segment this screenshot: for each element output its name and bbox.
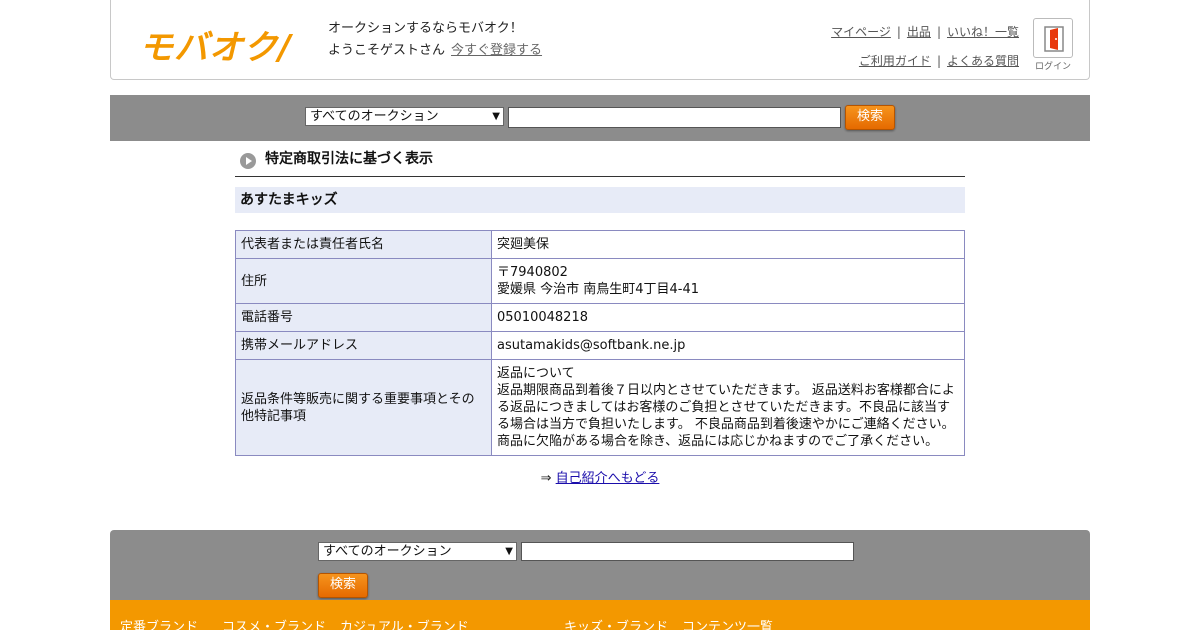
door-icon: [1033, 18, 1073, 58]
greeting-text: オークションするならモバオク！: [328, 21, 523, 36]
welcome-text: ようこそゲストさん: [328, 43, 446, 58]
footer-link-casual[interactable]: カジュアル・ブランド: [340, 616, 469, 630]
row-value: 〒7940802 愛媛県 今治市 南鳥生町4丁目4-41: [491, 258, 965, 304]
likes-link[interactable]: いいね！一覧: [947, 25, 1019, 39]
back-to-profile-link[interactable]: 自己紹介へもどる: [556, 471, 660, 486]
search-input[interactable]: [508, 107, 841, 128]
greeting-block: オークションするならモバオク！ ようこそゲストさん 今すぐ登録する: [328, 18, 542, 62]
search-button[interactable]: 検索: [845, 105, 895, 130]
row-value: 突廻美保: [491, 230, 965, 259]
guide-link[interactable]: ご利用ガイド: [859, 54, 931, 68]
info-table: 代表者または責任者氏名 突廻美保 住所 〒7940802 愛媛県 今治市 南鳥生…: [235, 230, 965, 456]
category-select-value: すべてのオークション: [310, 109, 439, 124]
row-key: 代表者または責任者氏名: [235, 230, 492, 259]
row-value: 返品について 返品期限商品到着後７日以内とさせていただきます。 返品送料お客様都…: [491, 359, 965, 456]
return-note: 商品に欠陥がある場合を除き、返品には応じかねますのでご了承ください。: [497, 434, 939, 449]
search-button-bottom[interactable]: 検索: [318, 573, 368, 598]
row-key: 電話番号: [235, 303, 492, 332]
footer-link-brands[interactable]: 定番ブランド: [120, 616, 198, 630]
welcome-line: ようこそゲストさん 今すぐ登録する: [328, 40, 542, 62]
category-select-value: すべてのオークション: [323, 544, 452, 559]
category-select-bottom[interactable]: すべてのオークション ▼: [318, 542, 517, 561]
mypage-link[interactable]: マイページ: [831, 25, 891, 39]
arrow-circle-icon: [240, 153, 256, 169]
row-value: asutamakids@softbank.ne.jp: [491, 331, 965, 360]
postal-code: 〒7940802: [497, 265, 568, 280]
dropdown-arrow-icon: ▼: [492, 111, 500, 122]
section-title-text: 特定商取引法に基づく表示: [265, 151, 433, 167]
return-policy: 返品期限商品到着後７日以内とさせていただきます。 返品送料お客様都合による返品に…: [497, 383, 955, 432]
back-link-row: ⇒ 自己紹介へもどる: [235, 467, 965, 486]
site-header: モバオク/ オークションするならモバオク！ ようこそゲストさん 今すぐ登録する マ…: [110, 0, 1090, 80]
search-bar-bottom: すべてのオークション ▼ 検索: [110, 530, 1090, 600]
site-logo[interactable]: モバオク/: [139, 20, 292, 69]
listing-link[interactable]: 出品: [907, 25, 931, 39]
faq-link[interactable]: よくある質問: [947, 54, 1019, 68]
arrow-icon: ⇒: [540, 471, 552, 486]
footer-link-contents[interactable]: コンテンツ一覧: [682, 616, 773, 630]
footer-nav: 定番ブランド コスメ・ブランド カジュアル・ブランド キッズ・ブランド コンテン…: [110, 600, 1090, 630]
category-select[interactable]: すべてのオークション ▼: [305, 107, 504, 126]
header-nav-row1: マイページ | 出品 | いいね！一覧: [831, 25, 1019, 39]
login-label: ログイン: [1034, 62, 1071, 72]
header-nav-row2: ご利用ガイド | よくある質問: [858, 54, 1019, 68]
return-heading: 返品について: [497, 366, 575, 381]
table-row: 返品条件等販売に関する重要事項とその他特記事項 返品について 返品期限商品到着後…: [235, 359, 965, 456]
row-key: 住所: [235, 258, 492, 304]
footer-link-cosme[interactable]: コスメ・ブランド: [222, 616, 326, 630]
table-row: 電話番号 05010048218: [235, 303, 965, 332]
main-content: 特定商取引法に基づく表示 あすたまキッズ 代表者または責任者氏名 突廻美保 住所…: [235, 145, 965, 486]
address-line: 愛媛県 今治市 南鳥生町4丁目4-41: [497, 282, 700, 297]
table-row: 代表者または責任者氏名 突廻美保: [235, 230, 965, 259]
register-link[interactable]: 今すぐ登録する: [451, 43, 542, 58]
row-key: 返品条件等販売に関する重要事項とその他特記事項: [235, 359, 492, 456]
header-nav: マイページ | 出品 | いいね！一覧 ご利用ガイド | よくある質問: [831, 18, 1019, 76]
footer-link-kids[interactable]: キッズ・ブランド: [564, 616, 668, 630]
login-button[interactable]: ログイン: [1033, 18, 1073, 72]
shop-name: あすたまキッズ: [235, 187, 965, 213]
dropdown-arrow-icon: ▼: [505, 546, 513, 557]
section-title: 特定商取引法に基づく表示: [235, 145, 965, 177]
table-row: 携帯メールアドレス asutamakids@softbank.ne.jp: [235, 331, 965, 360]
row-key: 携帯メールアドレス: [235, 331, 492, 360]
row-value: 05010048218: [491, 303, 965, 332]
table-row: 住所 〒7940802 愛媛県 今治市 南鳥生町4丁目4-41: [235, 258, 965, 304]
search-bar-top: すべてのオークション ▼ 検索: [110, 95, 1090, 141]
search-input-bottom[interactable]: [521, 542, 854, 561]
